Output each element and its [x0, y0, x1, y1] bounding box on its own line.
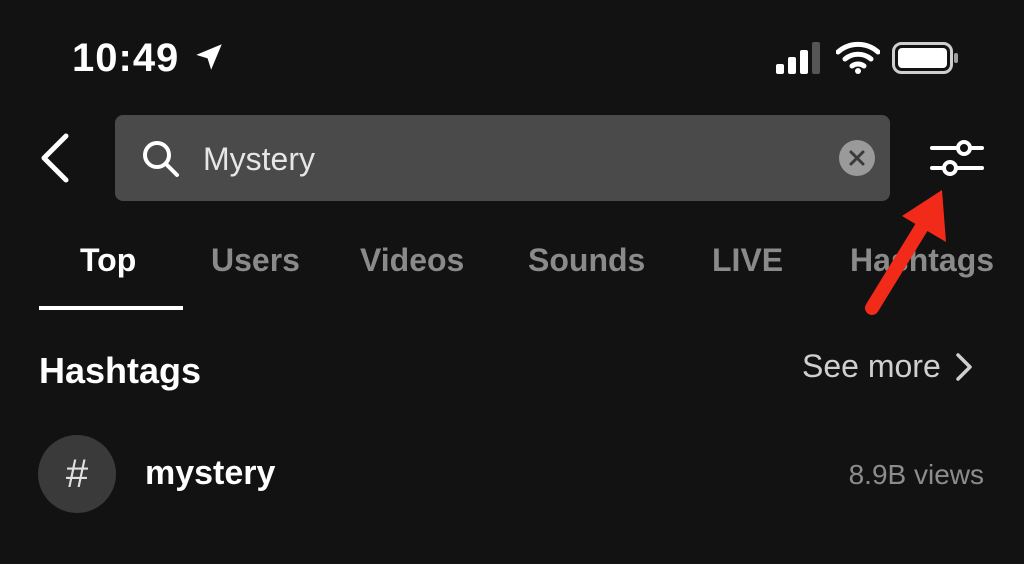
search-row: [0, 112, 1024, 204]
active-tab-indicator: [39, 306, 183, 310]
hashtag-icon: #: [38, 435, 116, 513]
hashtag-name: mystery: [145, 454, 276, 492]
hashtag-views: 8.9B views: [848, 459, 984, 490]
tab-live[interactable]: LIVE: [712, 242, 783, 279]
hashtag-result-item[interactable]: # mystery 8.9B views: [0, 432, 1024, 516]
battery-icon: [892, 42, 958, 74]
tab-top[interactable]: Top: [80, 242, 136, 279]
back-chevron-icon[interactable]: [36, 130, 76, 186]
location-arrow-icon: [196, 44, 222, 70]
section-title: Hashtags: [39, 350, 202, 391]
wifi-icon: [836, 41, 880, 74]
tab-videos[interactable]: Videos: [360, 242, 464, 279]
tab-hashtags[interactable]: Hashtags: [850, 242, 994, 279]
search-icon: [143, 141, 179, 177]
search-box[interactable]: [115, 115, 890, 201]
status-bar: 10:49: [0, 0, 1024, 110]
cellular-signal-icon: [776, 42, 820, 74]
tab-users[interactable]: Users: [211, 242, 300, 279]
see-more-label: See more: [802, 348, 941, 384]
hashtags-section-header: Hashtags See more: [0, 344, 1024, 404]
see-more-link[interactable]: See more: [802, 348, 973, 398]
filter-sliders-icon[interactable]: [930, 134, 984, 182]
chevron-right-icon: [956, 352, 972, 381]
clear-search-button[interactable]: [839, 140, 875, 176]
tab-sounds[interactable]: Sounds: [528, 242, 645, 279]
search-input[interactable]: [201, 133, 825, 185]
clear-x-icon: [849, 150, 865, 166]
status-time: 10:49: [72, 36, 180, 80]
search-tabs: Top Users Videos Sounds LIVE Hashtags: [0, 232, 1024, 312]
